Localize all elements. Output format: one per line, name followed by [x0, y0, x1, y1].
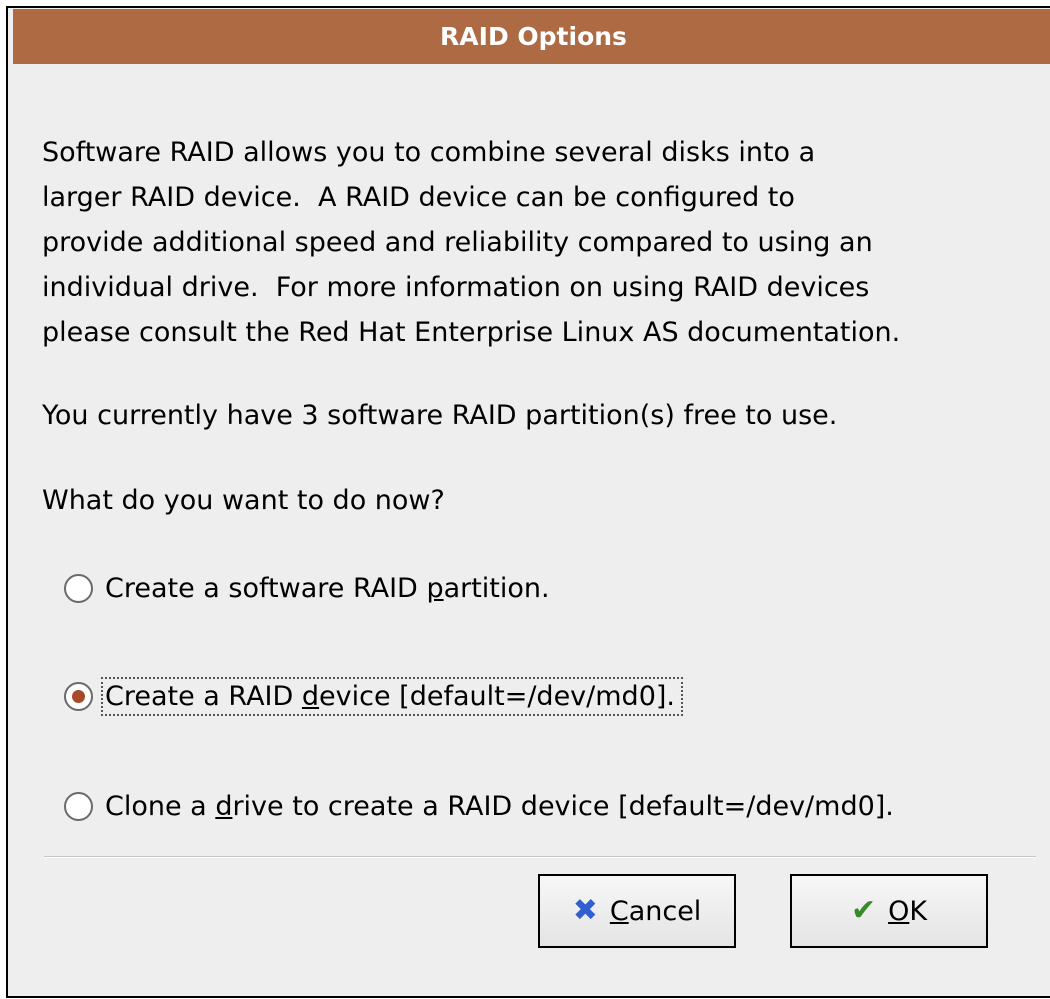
status-text: You currently have 3 software RAID parti…	[42, 400, 838, 431]
option-label: Clone a drive to create a RAID device [d…	[105, 790, 894, 822]
option-label: Create a RAID device [default=/dev/md0].	[101, 676, 683, 716]
option-create-raid-device[interactable]: Create a RAID device [default=/dev/md0].	[64, 676, 683, 716]
cancel-button[interactable]: ✖ Cancel	[538, 874, 736, 948]
ok-button[interactable]: ✔ OK	[790, 874, 988, 948]
radio-button[interactable]	[64, 791, 93, 821]
ok-label: OK	[888, 895, 928, 927]
radio-button-selected[interactable]	[64, 681, 93, 711]
option-clone-drive[interactable]: Clone a drive to create a RAID device [d…	[64, 786, 900, 826]
separator	[44, 856, 1036, 858]
cancel-x-icon: ✖	[572, 893, 598, 928]
option-create-software-raid-partition[interactable]: Create a software RAID partition.	[64, 568, 556, 608]
description-text: Software RAID allows you to combine seve…	[42, 137, 901, 348]
checkmark-icon: ✔	[850, 893, 877, 928]
cancel-label: Cancel	[609, 895, 702, 927]
radio-button[interactable]	[64, 573, 93, 603]
question-text: What do you want to do now?	[42, 485, 445, 516]
raid-options-dialog: RAID Options Software RAID allows you to…	[6, 6, 1050, 998]
dialog-title: RAID Options	[13, 9, 1050, 64]
option-label: Create a software RAID partition.	[105, 572, 550, 604]
